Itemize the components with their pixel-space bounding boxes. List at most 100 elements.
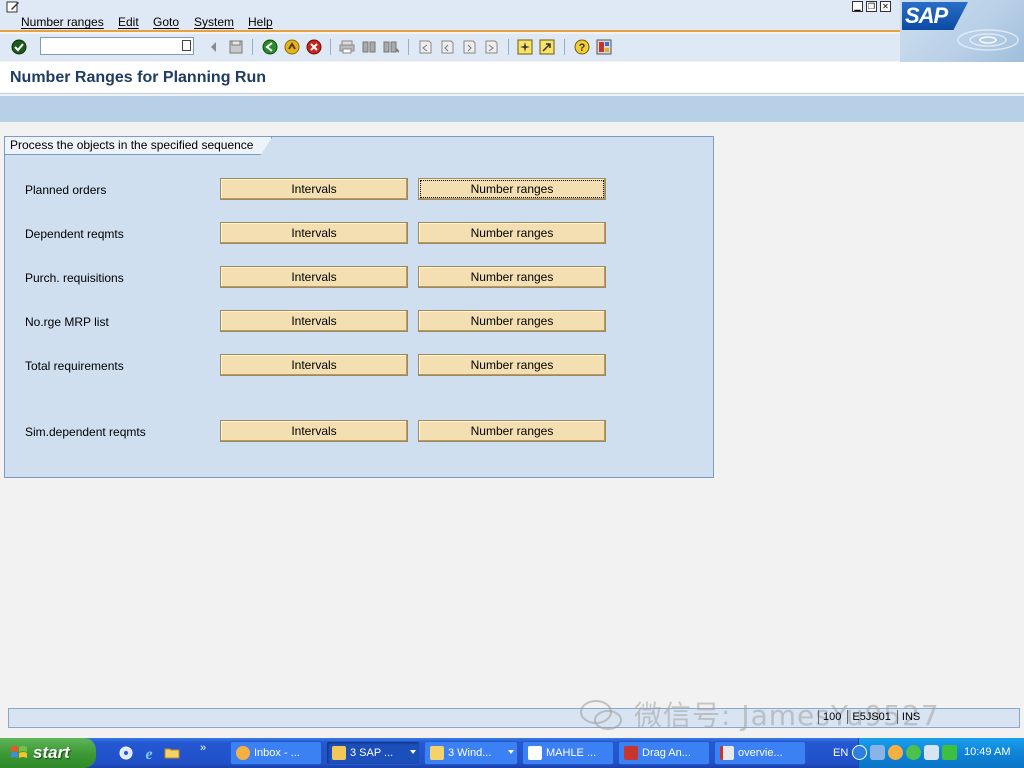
number-ranges-button-dependent-reqmts[interactable]: Number ranges — [418, 222, 606, 244]
wechat-watermark-icon — [580, 700, 622, 730]
network-icon[interactable] — [924, 745, 939, 760]
row-label-dependent-reqmts: Dependent reqmts — [25, 227, 124, 241]
intervals-button-total-requirements[interactable]: Intervals — [220, 354, 408, 376]
calendar-icon — [236, 746, 250, 760]
status-mode: INS — [896, 710, 920, 724]
toolbar-separator — [252, 39, 253, 55]
status-client: 100 — [818, 710, 841, 724]
create-session-icon[interactable] — [516, 38, 534, 56]
start-button[interactable]: start — [0, 738, 96, 768]
tray-expand-icon[interactable] — [852, 745, 867, 760]
wifi-icon[interactable] — [942, 745, 957, 760]
number-ranges-button-total-requirements[interactable]: Number ranges — [418, 354, 606, 376]
application-toolbar — [0, 96, 1024, 122]
title-bar: Number Ranges for Planning Run — [0, 62, 1024, 94]
chevron-down-icon — [410, 750, 416, 754]
show-desktop-icon[interactable] — [118, 745, 134, 761]
row-label-sim-dependent-reqmts: Sim.dependent reqmts — [25, 425, 146, 439]
command-field[interactable] — [40, 37, 194, 55]
close-icon[interactable]: ✕ — [880, 1, 891, 12]
sap-logo: SAP — [900, 0, 1024, 62]
svg-text:?: ? — [579, 42, 586, 54]
exit-icon[interactable] — [283, 38, 301, 56]
row-label-purch-requisitions: Purch. requisitions — [25, 271, 124, 285]
taskbar-item-label: overvie... — [738, 747, 783, 759]
print-icon[interactable] — [338, 38, 356, 56]
document-icon — [528, 746, 542, 760]
minimize-icon[interactable]: ▁ — [852, 1, 863, 12]
menu-edit[interactable]: Edit — [118, 15, 139, 29]
taskbar-item-label: 3 Wind... — [448, 747, 492, 759]
chevron-down-icon — [508, 750, 514, 754]
language-indicator[interactable]: EN — [833, 747, 848, 759]
process-group-box: Process the objects in the specified seq… — [4, 136, 714, 478]
internet-explorer-icon[interactable]: e — [141, 745, 157, 763]
layout-menu-icon[interactable] — [595, 38, 613, 56]
restore-icon[interactable]: ❐ — [866, 1, 877, 12]
system-menu-icon[interactable] — [6, 1, 20, 13]
pdf-icon — [720, 746, 734, 760]
intervals-button-purch-requisitions[interactable]: Intervals — [220, 266, 408, 288]
taskbar-item-windows[interactable]: 3 Wind... — [424, 741, 518, 765]
windows-flag-icon — [11, 746, 27, 758]
group-title: Process the objects in the specified seq… — [10, 138, 254, 152]
taskbar-item-label: Inbox - ... — [254, 747, 300, 759]
intervals-button-planned-orders[interactable]: Intervals — [220, 178, 408, 200]
first-page-icon[interactable] — [416, 38, 434, 56]
user-icon[interactable] — [870, 745, 885, 760]
status-server: E5JS01 — [847, 710, 891, 724]
quicklaunch-expand-icon[interactable]: » — [200, 742, 216, 758]
find-next-icon[interactable] — [382, 38, 400, 56]
clock: 10:49 AM — [964, 746, 1011, 758]
next-page-icon[interactable] — [460, 38, 478, 56]
taskbar-item-overview[interactable]: overvie... — [714, 741, 806, 765]
intervals-button-dependent-reqmts[interactable]: Intervals — [220, 222, 408, 244]
taskbar-item-label: 3 SAP ... — [350, 747, 394, 759]
window-controls: ▁ ❐ ✕ — [852, 1, 891, 12]
folder-icon — [430, 746, 444, 760]
app-icon — [624, 746, 638, 760]
row-label-planned-orders: Planned orders — [25, 183, 107, 197]
menu-goto[interactable]: Goto — [153, 15, 179, 29]
save-icon[interactable] — [227, 38, 245, 56]
number-ranges-button-purch-requisitions[interactable]: Number ranges — [418, 266, 606, 288]
menu-system[interactable]: System — [194, 15, 234, 29]
number-ranges-button-planned-orders[interactable]: Number ranges — [418, 178, 606, 200]
reminder-icon[interactable] — [888, 745, 903, 760]
row-label-total-requirements: Total requirements — [25, 359, 124, 373]
command-input[interactable] — [41, 38, 179, 54]
menu-help[interactable]: Help — [248, 15, 273, 29]
taskbar-item-drag[interactable]: Drag An... — [618, 741, 710, 765]
enter-icon[interactable] — [10, 38, 28, 56]
toolbar-separator — [408, 39, 409, 55]
number-ranges-button-mrp-list[interactable]: Number ranges — [418, 310, 606, 332]
folder-quicklaunch-icon[interactable] — [164, 745, 180, 761]
taskbar-item-mahle[interactable]: MAHLE ... — [522, 741, 614, 765]
toolbar-separator — [330, 39, 331, 55]
row-label-mrp-list: No.rge MRP list — [25, 315, 109, 329]
taskbar-item-inbox[interactable]: Inbox - ... — [230, 741, 322, 765]
taskbar-item-label: MAHLE ... — [546, 747, 597, 759]
menu-number-ranges[interactable]: Number ranges — [21, 15, 104, 29]
shortcut-icon[interactable] — [538, 38, 556, 56]
previous-page-icon[interactable] — [438, 38, 456, 56]
number-ranges-button-sim-dependent-reqmts[interactable]: Number ranges — [418, 420, 606, 442]
messenger-icon[interactable] — [906, 745, 921, 760]
back-icon[interactable] — [261, 38, 279, 56]
group-title-tab: Process the objects in the specified seq… — [5, 137, 272, 155]
intervals-button-mrp-list[interactable]: Intervals — [220, 310, 408, 332]
toolbar-separator — [564, 39, 565, 55]
command-history-icon[interactable] — [182, 40, 191, 51]
toolbar-separator — [508, 39, 509, 55]
find-icon[interactable] — [360, 38, 378, 56]
last-page-icon[interactable] — [482, 38, 500, 56]
page-title: Number Ranges for Planning Run — [10, 69, 267, 86]
help-icon[interactable]: ? — [573, 38, 591, 56]
svg-text:e: e — [145, 746, 152, 761]
back-arrow-icon[interactable] — [205, 38, 223, 56]
taskbar-item-label: Drag An... — [642, 747, 691, 759]
cancel-icon[interactable] — [305, 38, 323, 56]
taskbar-item-sap[interactable]: 3 SAP ... — [326, 741, 420, 765]
intervals-button-sim-dependent-reqmts[interactable]: Intervals — [220, 420, 408, 442]
sap-task-icon — [332, 746, 346, 760]
